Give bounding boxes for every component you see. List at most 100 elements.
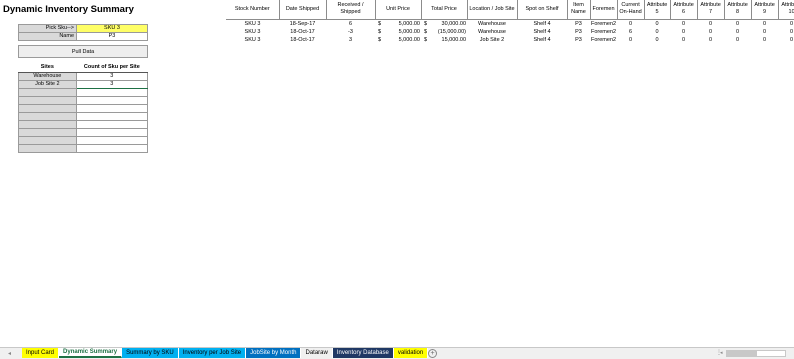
sheet-tab[interactable]: Summary by SKU — [122, 348, 179, 358]
table-cell[interactable]: 0 — [670, 36, 697, 44]
site-count-cell[interactable] — [75, 103, 149, 113]
table-cell[interactable]: 0 — [644, 19, 670, 28]
pick-sku-input[interactable]: SKU 3 — [76, 24, 148, 33]
horizontal-scrollbar[interactable] — [726, 350, 786, 357]
site-name-cell[interactable] — [18, 119, 77, 129]
site-count-cell[interactable] — [75, 95, 149, 105]
column-header[interactable]: Attribute 6 — [670, 0, 698, 20]
table-cell[interactable]: 0 — [617, 36, 644, 44]
table-cell[interactable]: Foremen2 — [590, 19, 617, 28]
table-cell[interactable]: Job Site 2 — [467, 36, 517, 44]
table-cell[interactable]: 0 — [617, 19, 644, 28]
column-header[interactable]: Spot on Shelf — [517, 0, 568, 20]
table-cell[interactable]: 0 — [670, 19, 697, 28]
sheet-tab[interactable]: JobSite by Month — [246, 348, 302, 358]
sheet-tab[interactable]: Inventory per Job Site — [178, 348, 247, 358]
column-header[interactable]: Attribute 8 — [724, 0, 752, 20]
table-cell[interactable]: P3 — [567, 36, 590, 44]
table-cell[interactable]: Shelf 4 — [517, 28, 567, 36]
site-name-cell[interactable] — [18, 127, 77, 137]
site-count-cell[interactable] — [75, 143, 149, 153]
table-cell[interactable]: 0 — [751, 19, 778, 28]
table-cell[interactable]: $5,000.00 — [375, 19, 421, 28]
table-cell[interactable]: Foremen2 — [590, 28, 617, 36]
table-cell[interactable]: Shelf 4 — [517, 19, 567, 28]
table-cell[interactable]: Warehouse — [467, 19, 517, 28]
scroll-left-icon[interactable]: ◂ — [720, 350, 723, 356]
scrollbar-thumb[interactable] — [727, 351, 757, 356]
column-header[interactable]: Date Shipped — [279, 0, 327, 20]
table-cell[interactable]: P3 — [567, 28, 590, 36]
sheet-tab[interactable]: Input Card — [22, 348, 60, 358]
column-header[interactable]: Received / Shipped — [326, 0, 376, 20]
site-count-cell[interactable] — [75, 119, 149, 129]
table-cell[interactable]: 6 — [326, 19, 375, 28]
table-cell[interactable]: 0 — [724, 28, 751, 36]
table-cell[interactable]: 3 — [326, 36, 375, 44]
column-header[interactable]: Stock Number — [226, 0, 280, 20]
site-count-cell[interactable] — [75, 87, 149, 97]
site-name-cell[interactable] — [18, 87, 77, 97]
site-count-cell[interactable] — [75, 135, 149, 145]
sheet-tab[interactable]: Dynamic Summary — [59, 348, 123, 358]
column-header[interactable]: Item Name — [567, 0, 591, 20]
table-cell[interactable]: $ (15,000.00) — [421, 28, 467, 36]
site-name-cell[interactable]: Job Site 2 — [18, 79, 77, 89]
site-name-cell[interactable] — [18, 143, 77, 153]
site-count-cell[interactable]: 3 — [75, 79, 149, 89]
column-header[interactable]: Location / Job Site — [467, 0, 518, 20]
table-cell[interactable]: 0 — [751, 36, 778, 44]
site-name-cell[interactable]: Warehouse — [18, 71, 77, 81]
table-cell[interactable]: 18-Oct-17 — [279, 28, 326, 36]
site-name-cell[interactable] — [18, 95, 77, 105]
table-cell[interactable]: 0 — [670, 28, 697, 36]
site-count-cell[interactable] — [75, 111, 149, 121]
add-sheet-icon[interactable]: + — [428, 349, 437, 358]
name-value[interactable]: P3 — [76, 32, 148, 41]
table-cell[interactable]: 0 — [697, 19, 724, 28]
column-header[interactable]: Attribute 9 — [751, 0, 779, 20]
table-cell[interactable]: 0 — [778, 19, 794, 28]
column-header[interactable]: Attribute 7 — [697, 0, 725, 20]
pull-data-button[interactable]: Pull Data — [18, 45, 148, 58]
sheet-tab[interactable]: Inventory Database — [332, 348, 394, 358]
table-cell[interactable]: 0 — [751, 28, 778, 36]
table-cell[interactable]: 0 — [778, 36, 794, 44]
site-count-cell[interactable] — [75, 127, 149, 137]
table-cell[interactable]: 0 — [644, 28, 670, 36]
table-cell[interactable]: $5,000.00 — [375, 28, 421, 36]
site-name-cell[interactable] — [18, 111, 77, 121]
column-header[interactable]: Total Price — [421, 0, 468, 20]
table-cell[interactable]: SKU 3 — [226, 28, 279, 36]
table-cell[interactable]: 0 — [724, 36, 751, 44]
table-cell[interactable]: 18-Oct-17 — [279, 36, 326, 44]
table-cell[interactable]: 0 — [697, 36, 724, 44]
table-cell[interactable]: $5,000.00 — [375, 36, 421, 44]
column-header[interactable]: Attribute 10 — [778, 0, 794, 20]
table-cell[interactable]: 0 — [697, 28, 724, 36]
table-cell[interactable]: 6 — [617, 28, 644, 36]
site-name-cell[interactable] — [18, 135, 77, 145]
table-cell[interactable]: Foremen2 — [590, 36, 617, 44]
column-header[interactable]: Attribute 5 — [644, 0, 671, 20]
table-cell[interactable]: $15,000.00 — [421, 36, 467, 44]
site-count-cell[interactable]: 3 — [75, 71, 149, 81]
table-cell[interactable]: SKU 3 — [226, 19, 279, 28]
table-cell[interactable]: 0 — [778, 28, 794, 36]
table-cell[interactable]: Shelf 4 — [517, 36, 567, 44]
column-header[interactable]: Unit Price — [375, 0, 422, 20]
sheet-tab[interactable]: Dataraw — [301, 348, 333, 358]
column-header[interactable]: Current On-Hand — [617, 0, 645, 20]
site-name-cell[interactable] — [18, 103, 77, 113]
table-cell[interactable]: Warehouse — [467, 28, 517, 36]
tab-scroll-icon[interactable]: ◂ — [8, 350, 11, 357]
table-cell[interactable]: P3 — [567, 19, 590, 28]
table-cell[interactable]: 18-Sep-17 — [279, 19, 326, 28]
table-cell[interactable]: 0 — [724, 19, 751, 28]
table-cell[interactable]: -3 — [326, 28, 375, 36]
table-cell[interactable]: SKU 3 — [226, 36, 279, 44]
table-cell[interactable]: $30,000.00 — [421, 19, 467, 28]
table-cell[interactable]: 0 — [644, 36, 670, 44]
column-header[interactable]: Foremen — [590, 0, 618, 20]
sheet-tab[interactable]: validation — [393, 348, 429, 358]
